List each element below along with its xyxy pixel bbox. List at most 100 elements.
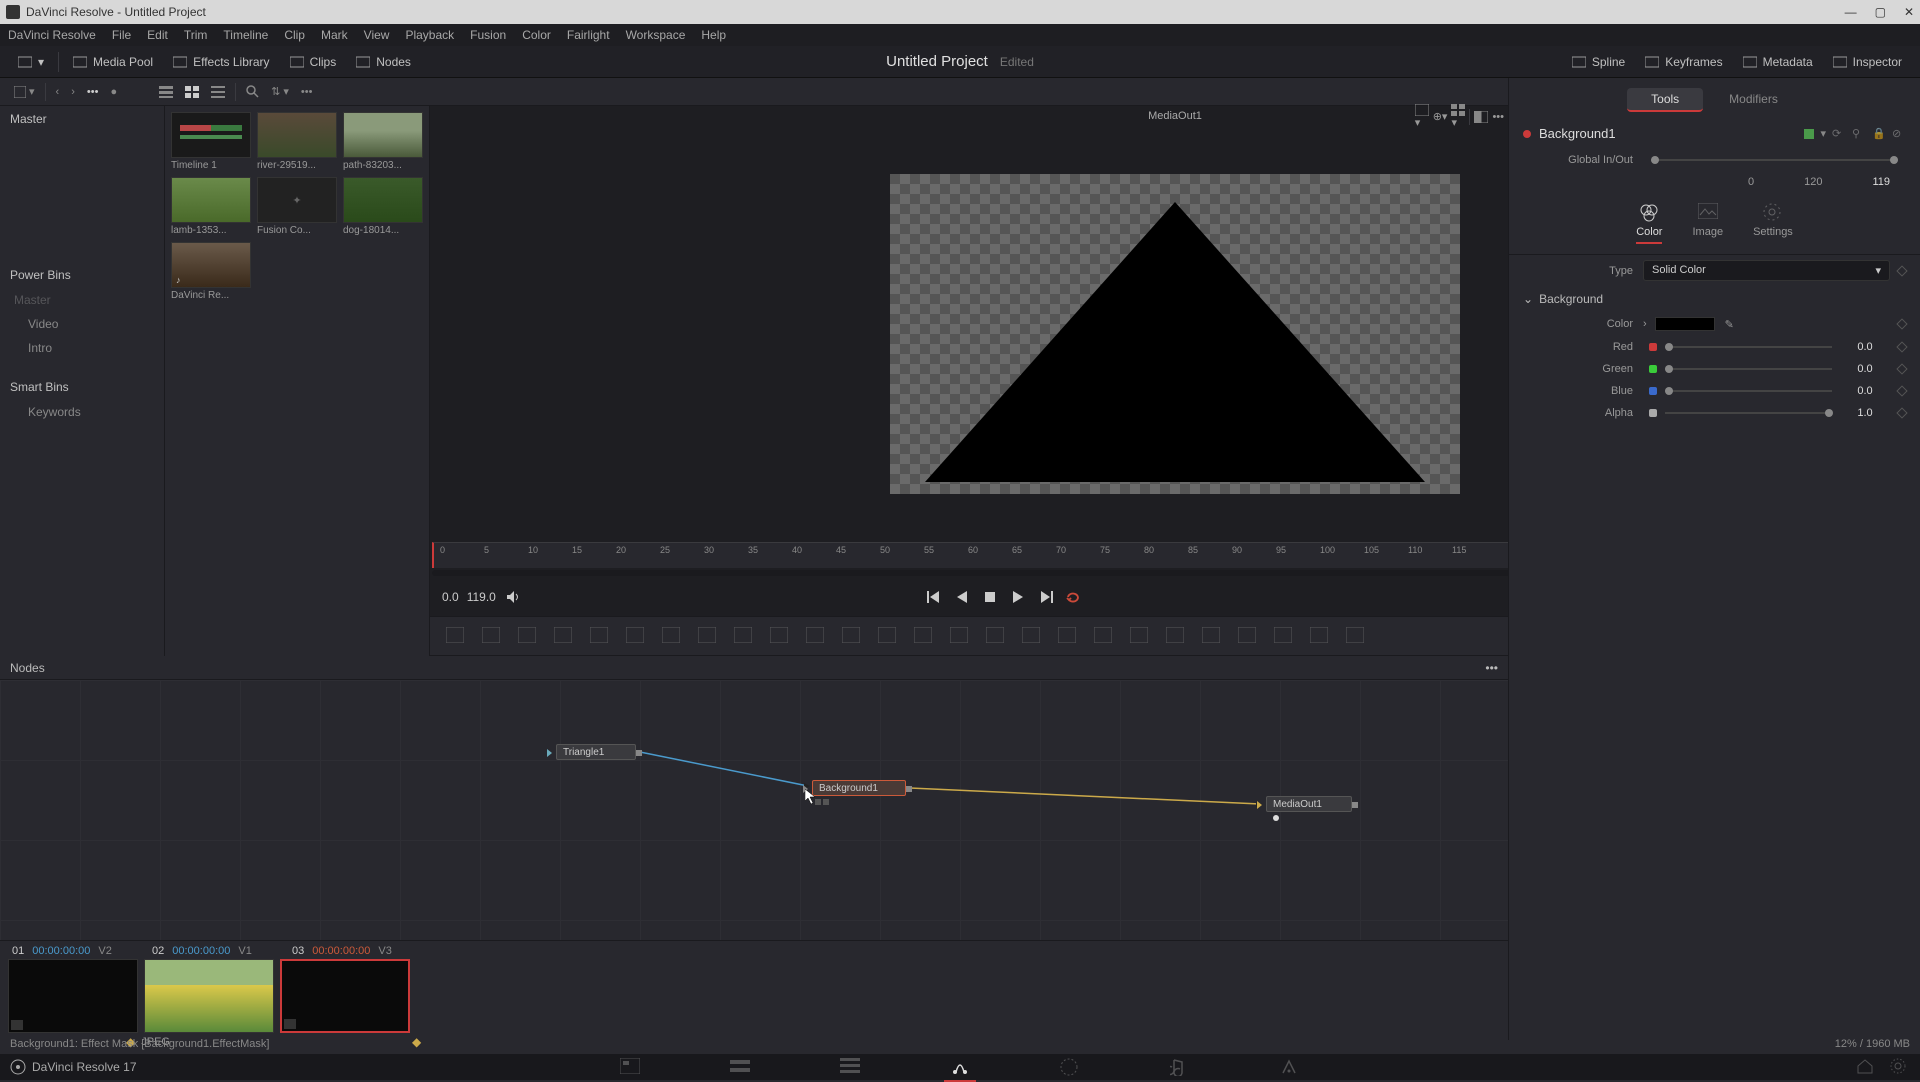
node-background1[interactable]: Background1 (812, 780, 906, 796)
refresh-icon[interactable]: ⟳ (1832, 127, 1846, 141)
merge-tool-icon[interactable] (482, 627, 502, 645)
ellipsis-button[interactable]: ••• (81, 86, 105, 98)
letterbox-tool-icon[interactable] (878, 627, 898, 645)
powerbin-intro[interactable]: Intro (0, 336, 164, 360)
drop-tool-icon[interactable] (734, 627, 754, 645)
type-select[interactable]: Solid Color▾ (1643, 260, 1890, 281)
metadata-button[interactable]: Metadata (1733, 51, 1823, 73)
mask-brush-tool-icon[interactable] (662, 627, 682, 645)
clips-button[interactable]: Clips (280, 51, 347, 73)
project-settings-icon[interactable] (1890, 1058, 1910, 1076)
menu-color[interactable]: Color (514, 28, 559, 42)
smart-bins-header[interactable]: Smart Bins (0, 374, 164, 400)
last-frame-button[interactable] (1037, 588, 1055, 606)
clip-thumb[interactable]: path-83203... (343, 112, 423, 171)
corner-tool-icon[interactable] (914, 627, 934, 645)
clip-thumb[interactable]: ♪DaVinci Re... (171, 242, 251, 301)
keyframe-diamond[interactable] (1896, 407, 1907, 418)
edit-page-tab[interactable] (840, 1058, 860, 1076)
wand-tool-icon[interactable] (1094, 627, 1114, 645)
node-output-port[interactable] (1352, 802, 1358, 808)
nodes-more-icon[interactable]: ••• (1485, 661, 1498, 675)
green-slider[interactable] (1665, 368, 1832, 370)
keyframe-diamond[interactable] (1896, 318, 1907, 329)
effects-library-button[interactable]: Effects Library (163, 51, 279, 73)
menu-edit[interactable]: Edit (139, 28, 176, 42)
powerbin-master[interactable]: Master (0, 288, 164, 312)
cut-page-tab[interactable] (730, 1058, 750, 1076)
fairlight-page-tab[interactable] (1170, 1058, 1190, 1076)
red-value[interactable]: 0.0 (1840, 341, 1890, 353)
minimize-button[interactable]: — (1845, 5, 1857, 19)
menu-view[interactable]: View (356, 28, 398, 42)
stop-button[interactable] (981, 588, 999, 606)
keyframe-diamond[interactable] (1896, 341, 1907, 352)
smartbin-keywords[interactable]: Keywords (0, 400, 164, 424)
node-view-dot[interactable] (823, 799, 829, 805)
cloud-tool-icon[interactable] (1346, 627, 1366, 645)
color-swatch[interactable] (1655, 317, 1715, 331)
filter-icon[interactable]: ⇅ ▾ (265, 85, 295, 98)
menu-timeline[interactable]: Timeline (215, 28, 276, 42)
menu-trim[interactable]: Trim (176, 28, 216, 42)
deliver-page-tab[interactable] (1280, 1058, 1300, 1076)
global-range-slider[interactable] (1651, 159, 1898, 161)
menu-fairlight[interactable]: Fairlight (559, 28, 618, 42)
node-view-dot[interactable] (1273, 815, 1279, 821)
pin-icon[interactable]: ⚲ (1852, 127, 1866, 141)
nav-fwd[interactable]: › (65, 86, 81, 98)
powerbin-video[interactable]: Video (0, 312, 164, 336)
background-section-toggle[interactable]: ⌄Background (1509, 286, 1920, 312)
menu-davinci-resolve[interactable]: DaVinci Resolve (2, 28, 104, 42)
node-output-port[interactable] (636, 750, 642, 756)
play-button[interactable] (1009, 588, 1027, 606)
blue-slider[interactable] (1665, 390, 1832, 392)
cam3d-tool-icon[interactable] (1274, 627, 1294, 645)
blue-value[interactable]: 0.0 (1840, 385, 1890, 397)
clip-thumb[interactable]: dog-18014... (343, 177, 423, 236)
timeline-clip-1[interactable] (8, 959, 138, 1033)
red-slider[interactable] (1665, 346, 1832, 348)
menu-playback[interactable]: Playback (397, 28, 462, 42)
bspline-tool-icon[interactable] (1058, 627, 1078, 645)
menu-workspace[interactable]: Workspace (618, 28, 694, 42)
planar-tool-icon[interactable] (1166, 627, 1186, 645)
mask-pen-tool-icon[interactable] (626, 627, 646, 645)
transform-tool-icon[interactable] (770, 627, 790, 645)
loop-button[interactable] (1065, 588, 1083, 606)
bg-tool-icon[interactable] (446, 627, 466, 645)
keyframe-diamond[interactable] (1896, 363, 1907, 374)
lock-icon[interactable]: 🔒 (1872, 127, 1886, 141)
menu-clip[interactable]: Clip (276, 28, 313, 42)
green-value[interactable]: 0.0 (1840, 363, 1890, 375)
shape3d-tool-icon[interactable] (1238, 627, 1258, 645)
keyframe-diamond[interactable] (1896, 385, 1907, 396)
menu-mark[interactable]: Mark (313, 28, 356, 42)
fusion-page-tab[interactable] (950, 1058, 970, 1076)
particle-tool-icon[interactable] (1310, 627, 1330, 645)
media-pool-button[interactable]: Media Pool (63, 51, 163, 73)
dropdown-button[interactable]: ▾ (8, 51, 54, 73)
crop-tool-icon[interactable] (842, 627, 862, 645)
clip-thumb[interactable]: ✦Fusion Co... (257, 177, 337, 236)
clip-thumb[interactable]: Timeline 1 (171, 112, 251, 171)
viewer-more[interactable]: ••• (1492, 111, 1504, 123)
close-button[interactable]: ✕ (1904, 5, 1914, 19)
nodes-button[interactable]: Nodes (346, 51, 421, 73)
media-page-tab[interactable] (620, 1058, 640, 1076)
ellipse-tool-icon[interactable] (986, 627, 1006, 645)
node-mediaout1[interactable]: MediaOut1 (1266, 796, 1352, 812)
resize-tool-icon[interactable] (806, 627, 826, 645)
node-output-port[interactable] (906, 786, 912, 792)
view-mode-button[interactable]: ▾ (8, 85, 41, 98)
inspector-tab-modifiers[interactable]: Modifiers (1705, 88, 1802, 112)
power-bins-header[interactable]: Power Bins (0, 262, 164, 288)
paint-tool-icon[interactable] (554, 627, 574, 645)
audio-icon[interactable] (504, 588, 522, 606)
viewer-opt-4[interactable] (1474, 111, 1488, 123)
clip-thumb[interactable]: river-29519... (257, 112, 337, 171)
inspector-mode-image[interactable]: Image (1692, 203, 1723, 244)
spline-button[interactable]: Spline (1562, 51, 1635, 73)
menu-file[interactable]: File (104, 28, 139, 42)
polyline-tool-icon[interactable] (1022, 627, 1042, 645)
